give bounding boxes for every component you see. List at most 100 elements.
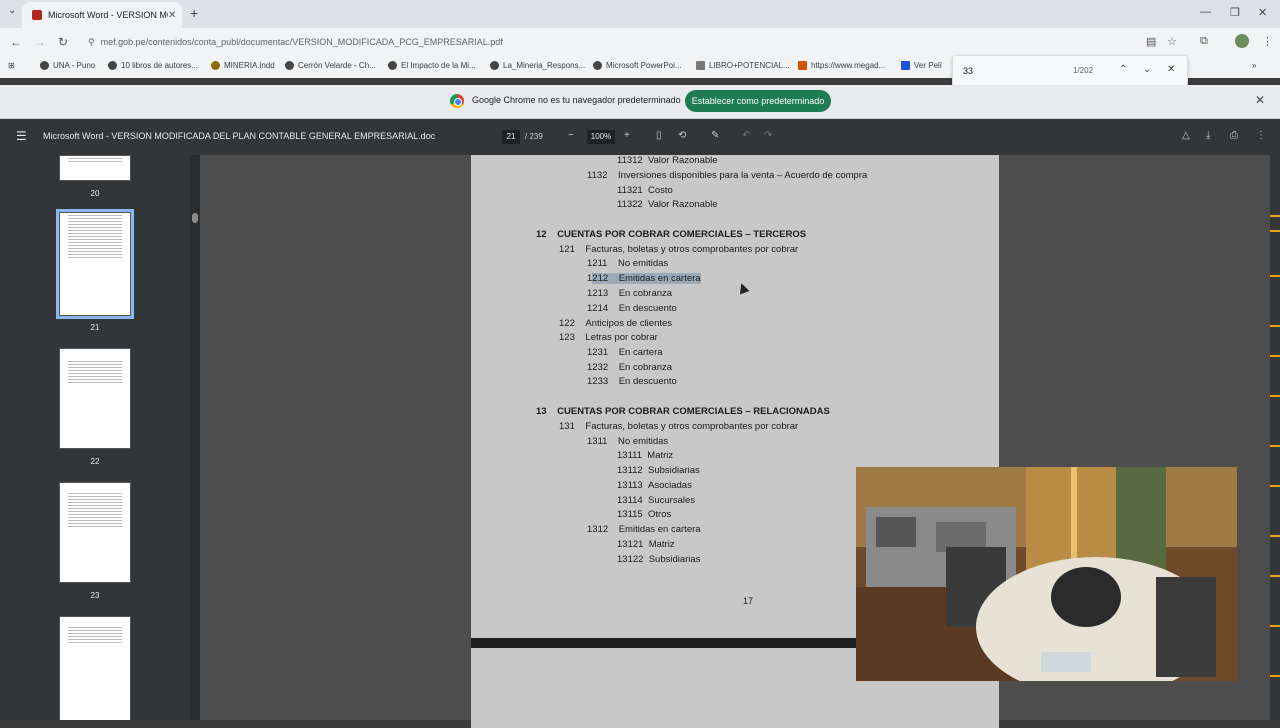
- forward-icon[interactable]: →: [34, 35, 46, 49]
- account-line: 1233 En descuento: [587, 376, 677, 387]
- find-close-icon[interactable]: ✕: [1167, 64, 1175, 75]
- default-browser-infobar: Google Chrome no es tu navegador predete…: [0, 85, 1280, 119]
- new-tab-button[interactable]: +: [190, 5, 198, 21]
- account-line: 1232 En cobranza: [587, 362, 673, 373]
- s-icon: [901, 61, 910, 70]
- infobar-close-icon[interactable]: ✕: [1255, 93, 1265, 107]
- page-total: / 239: [525, 132, 543, 141]
- minimize-icon[interactable]: —: [1200, 6, 1211, 18]
- bookmark-item[interactable]: MINERIA.indd: [211, 61, 275, 70]
- set-default-button[interactable]: Establecer como predeterminado: [685, 90, 831, 112]
- webcam-feed-image: [856, 467, 1237, 681]
- bookmark-item[interactable]: El Impacto de la Mi...: [388, 61, 476, 70]
- account-line: 123 Letras por cobrar: [559, 332, 658, 343]
- globe-icon: [108, 61, 117, 70]
- account-line-highlighted: 1212 Emitidas en cartera: [587, 273, 701, 284]
- pdf-toolbar: ☰ Microsoft Word - VERSION MODIFICADA DE…: [0, 119, 1280, 155]
- account-line: 1312 Emitidas en cartera: [587, 524, 701, 535]
- account-line: 13121 Matriz: [617, 539, 675, 550]
- zoom-out-icon[interactable]: −: [568, 130, 574, 141]
- thumbnail-number: 20: [90, 189, 100, 198]
- more-bookmarks-icon[interactable]: »: [1252, 61, 1256, 70]
- page-thumbnail[interactable]: [59, 482, 131, 583]
- account-line: 122 Anticipos de clientes: [559, 318, 673, 329]
- reader-icon[interactable]: ▤: [1146, 35, 1156, 48]
- account-line: 13114 Sucursales: [617, 495, 695, 506]
- bookmark-item[interactable]: LIBRO+POTENCIAL...: [696, 61, 790, 70]
- webcam-overlay: [856, 467, 1237, 681]
- thumbnail-number: 21: [90, 323, 100, 332]
- redo-icon[interactable]: ↷: [764, 130, 772, 141]
- extensions-icon[interactable]: ⧉: [1200, 35, 1208, 48]
- browser-toolbar: ← → ↻ ⚲ mef.gob.pe/contenidos/conta_publ…: [0, 28, 1280, 56]
- find-bar: 33 1/202 ⌃ ⌄ ✕: [952, 55, 1188, 87]
- find-count: 1/202: [1073, 66, 1094, 75]
- drive-icon[interactable]: △: [1182, 130, 1190, 141]
- globe-icon: [593, 61, 602, 70]
- zoom-input[interactable]: 100%: [587, 130, 615, 144]
- bookmark-item[interactable]: La_Mineria_Respons...: [490, 61, 585, 70]
- tab-search-icon[interactable]: ⌄: [8, 5, 16, 16]
- star-icon[interactable]: ☆: [1167, 35, 1177, 48]
- pdf-favicon-icon: [32, 10, 42, 20]
- page-thumbnail-active[interactable]: [56, 209, 134, 319]
- address-bar[interactable]: ⚲ mef.gob.pe/contenidos/conta_publ/docum…: [78, 31, 1188, 53]
- account-line: 1213 En cobranza: [587, 288, 673, 299]
- print-icon[interactable]: ⎙: [1230, 130, 1238, 141]
- reload-icon[interactable]: ↻: [58, 35, 68, 49]
- account-line: 13112 Subsidiarias: [617, 465, 700, 476]
- back-icon[interactable]: ←: [10, 35, 22, 49]
- globe-icon: [285, 61, 294, 70]
- site-info-icon[interactable]: ⚲: [88, 37, 95, 48]
- account-line: 13115 Otros: [617, 509, 672, 520]
- bookmark-item[interactable]: Cerrón Velarde - Ch...: [285, 61, 376, 70]
- bookmark-item[interactable]: https://www.megad...: [798, 61, 885, 70]
- bookmark-item[interactable]: 10 libros de autores...: [108, 61, 198, 70]
- restore-icon[interactable]: ❐: [1230, 6, 1240, 19]
- account-line: 13122 Subsidiarias: [617, 554, 701, 565]
- find-input[interactable]: 33: [963, 66, 973, 76]
- document-scrollbar[interactable]: [1270, 155, 1280, 720]
- undo-icon[interactable]: ↶: [742, 130, 750, 141]
- section-heading: 13 CUENTAS POR COBRAR COMERCIALES – RELA…: [536, 406, 830, 417]
- find-next-icon[interactable]: ⌄: [1143, 64, 1151, 75]
- find-previous-icon[interactable]: ⌃: [1119, 64, 1127, 75]
- infobar-message: Google Chrome no es tu navegador predete…: [472, 95, 681, 105]
- zoom-in-icon[interactable]: +: [624, 130, 630, 141]
- account-line: 1231 En cartera: [587, 347, 663, 358]
- thumbnail-sidebar: 20 21 22 23: [0, 155, 200, 720]
- page-thumbnail[interactable]: [59, 348, 131, 449]
- fit-page-icon[interactable]: ▯: [656, 130, 662, 141]
- page-thumbnail[interactable]: [59, 616, 131, 720]
- account-line: 131 Facturas, boletas y otros comprobant…: [559, 421, 799, 432]
- tab-close-icon[interactable]: ✕: [168, 10, 182, 21]
- window-close-icon[interactable]: ✕: [1258, 6, 1267, 19]
- profile-avatar[interactable]: [1235, 34, 1249, 48]
- account-line: 1132 Inversiones disponibles para la ven…: [587, 170, 868, 181]
- rotate-icon[interactable]: ⟲: [678, 130, 686, 141]
- menu-icon[interactable]: ☰: [16, 129, 27, 143]
- account-line: 1214 En descuento: [587, 303, 677, 314]
- account-line: 121 Facturas, boletas y otros comprobant…: [559, 244, 799, 255]
- globe-icon: [388, 61, 397, 70]
- bookmark-item[interactable]: UNA - Puno: [40, 61, 95, 70]
- bookmark-item[interactable]: Microsoft PowerPoi...: [593, 61, 682, 70]
- globe-icon: [490, 61, 499, 70]
- browser-tab[interactable]: Microsoft Word - VERSION MO ✕: [22, 2, 182, 28]
- account-line: 13113 Asociadas: [617, 480, 692, 491]
- download-icon[interactable]: ⤓: [1206, 130, 1210, 141]
- more-options-icon[interactable]: ⋮: [1256, 130, 1266, 141]
- apps-icon[interactable]: ⊞: [8, 61, 15, 70]
- thumbnail-number: 22: [90, 457, 100, 466]
- tab-title: Microsoft Word - VERSION MO: [48, 10, 168, 20]
- annotate-icon[interactable]: ✎: [711, 130, 719, 141]
- kebab-menu-icon[interactable]: ⋮: [1262, 35, 1273, 48]
- sidebar-scrollbar[interactable]: [190, 155, 200, 720]
- mega-icon: [798, 61, 807, 70]
- section-heading: 12 CUENTAS POR COBRAR COMERCIALES – TERC…: [536, 229, 807, 240]
- account-line: 11322 Valor Razonable: [617, 199, 718, 210]
- bookmark-item[interactable]: Ver Pelí: [901, 61, 942, 70]
- page-number-input[interactable]: 21: [502, 130, 520, 144]
- page-thumbnail[interactable]: [59, 155, 131, 181]
- thumbnail-number: 23: [90, 591, 100, 600]
